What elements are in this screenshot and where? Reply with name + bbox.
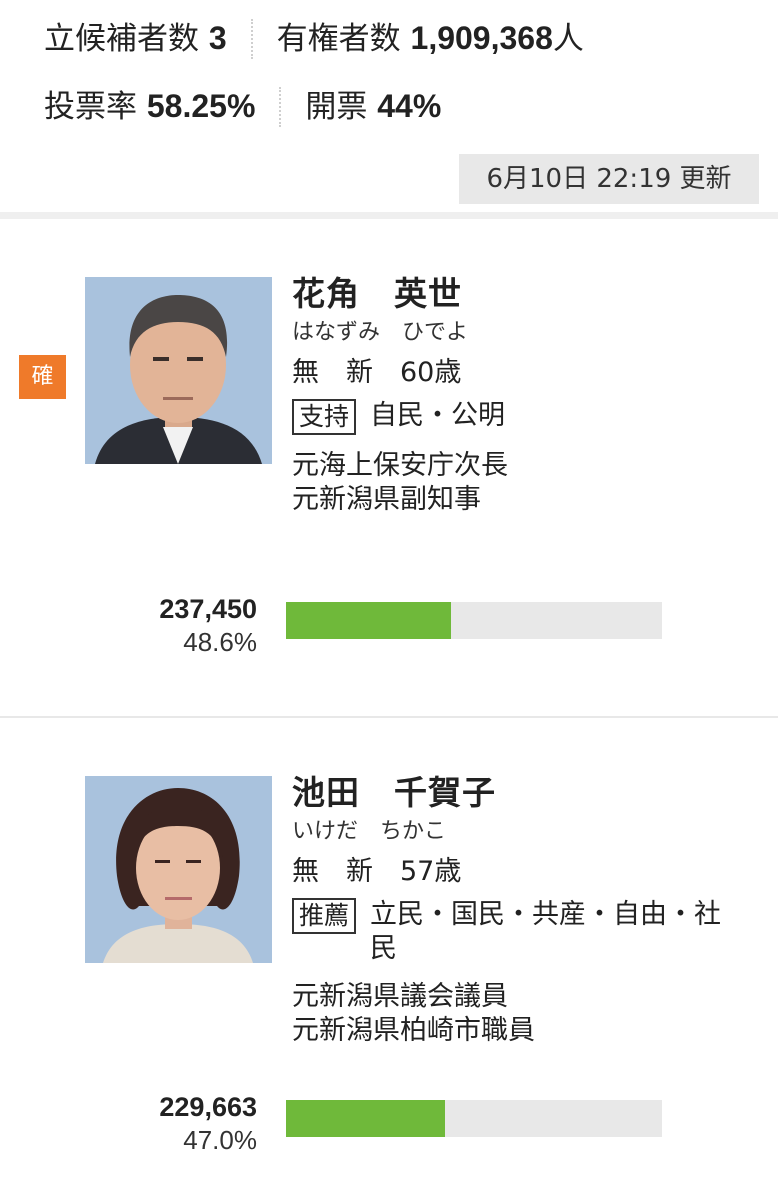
candidate-name: 花角 英世 xyxy=(292,274,462,313)
career-line: 元新潟県議会議員 xyxy=(292,981,508,1012)
career-line: 元新潟県柏崎市職員 xyxy=(292,1015,535,1046)
candidate-count-value: 3 xyxy=(208,20,227,56)
candidate-photo xyxy=(85,776,272,963)
updated-timestamp: 6月10日 22:19 更新 xyxy=(459,154,759,204)
turnout: 投票率 58.25% xyxy=(44,86,255,127)
vote-percent: 47.0% xyxy=(183,1125,257,1155)
career-line: 元海上保安庁次長 xyxy=(292,450,508,481)
stats-row-top: 立候補者数 3 有権者数 1,909,368人 xyxy=(44,18,584,59)
candidate-status: 無 新 60歳 xyxy=(292,357,462,388)
turnout-label: 投票率 xyxy=(44,89,137,125)
section-divider xyxy=(0,212,778,219)
candidate-count-label: 立候補者数 xyxy=(44,21,199,57)
candidate-kana: いけだ ちかこ xyxy=(292,819,447,844)
support-row: 支持 自民・公明 xyxy=(292,399,762,435)
support-tag: 支持 xyxy=(292,399,357,435)
candidate-info: 池田 千賀子 いけだ ちかこ 無 新 57歳 推薦 立民・国民・共産・自由・社民… xyxy=(292,772,762,1048)
vote-percent: 48.6% xyxy=(183,627,257,657)
stat-separator xyxy=(250,18,253,59)
vote-bar-fill xyxy=(286,602,451,639)
candidate-kana: はなずみ ひでよ xyxy=(292,320,469,345)
counted-label: 開票 xyxy=(305,89,368,125)
counted-value: 44% xyxy=(377,88,442,124)
vote-bar-fill xyxy=(286,1100,445,1137)
candidate-count: 立候補者数 3 xyxy=(44,18,227,59)
candidate-card[interactable]: 池田 千賀子 いけだ ちかこ 無 新 57歳 推薦 立民・国民・共産・自由・社民… xyxy=(0,718,778,1200)
candidate-name: 池田 千賀子 xyxy=(292,773,496,812)
turnout-value: 58.25% xyxy=(146,88,256,124)
counted: 開票 44% xyxy=(305,86,441,127)
voter-count-value: 1,909,368 xyxy=(410,20,553,56)
vote-count: 229,663 xyxy=(159,1092,257,1122)
voter-count-unit: 人 xyxy=(552,21,584,57)
stats-row-bottom: 投票率 58.25% 開票 44% xyxy=(44,86,441,127)
support-parties: 自民・公明 xyxy=(370,400,506,431)
candidate-card[interactable]: 確 花角 英世 はなずみ ひでよ 無 新 60歳 支持 自民・公明 元海上保安庁… xyxy=(0,219,778,716)
support-tag: 推薦 xyxy=(292,898,357,934)
vote-result: 229,663 47.0% xyxy=(159,1091,257,1157)
voter-count-label: 有権者数 xyxy=(276,21,401,57)
vote-result: 237,450 48.6% xyxy=(159,593,257,659)
vote-count: 237,450 xyxy=(159,594,257,624)
support-parties: 立民・国民・共産・自由・社民 xyxy=(370,899,722,964)
support-row: 推薦 立民・国民・共産・自由・社民 xyxy=(292,898,762,966)
voter-count: 有権者数 1,909,368人 xyxy=(277,18,584,59)
elected-badge: 確 xyxy=(19,355,66,399)
vote-bar-track xyxy=(286,602,662,639)
candidate-status: 無 新 57歳 xyxy=(292,856,462,887)
candidate-info: 花角 英世 はなずみ ひでよ 無 新 60歳 支持 自民・公明 元海上保安庁次長… xyxy=(292,273,762,517)
career-line: 元新潟県副知事 xyxy=(292,484,481,515)
vote-bar-track xyxy=(286,1100,662,1137)
candidate-photo xyxy=(85,277,272,464)
career: 元海上保安庁次長 元新潟県副知事 xyxy=(292,449,762,517)
career: 元新潟県議会議員 元新潟県柏崎市職員 xyxy=(292,980,762,1048)
stat-separator xyxy=(279,86,282,127)
